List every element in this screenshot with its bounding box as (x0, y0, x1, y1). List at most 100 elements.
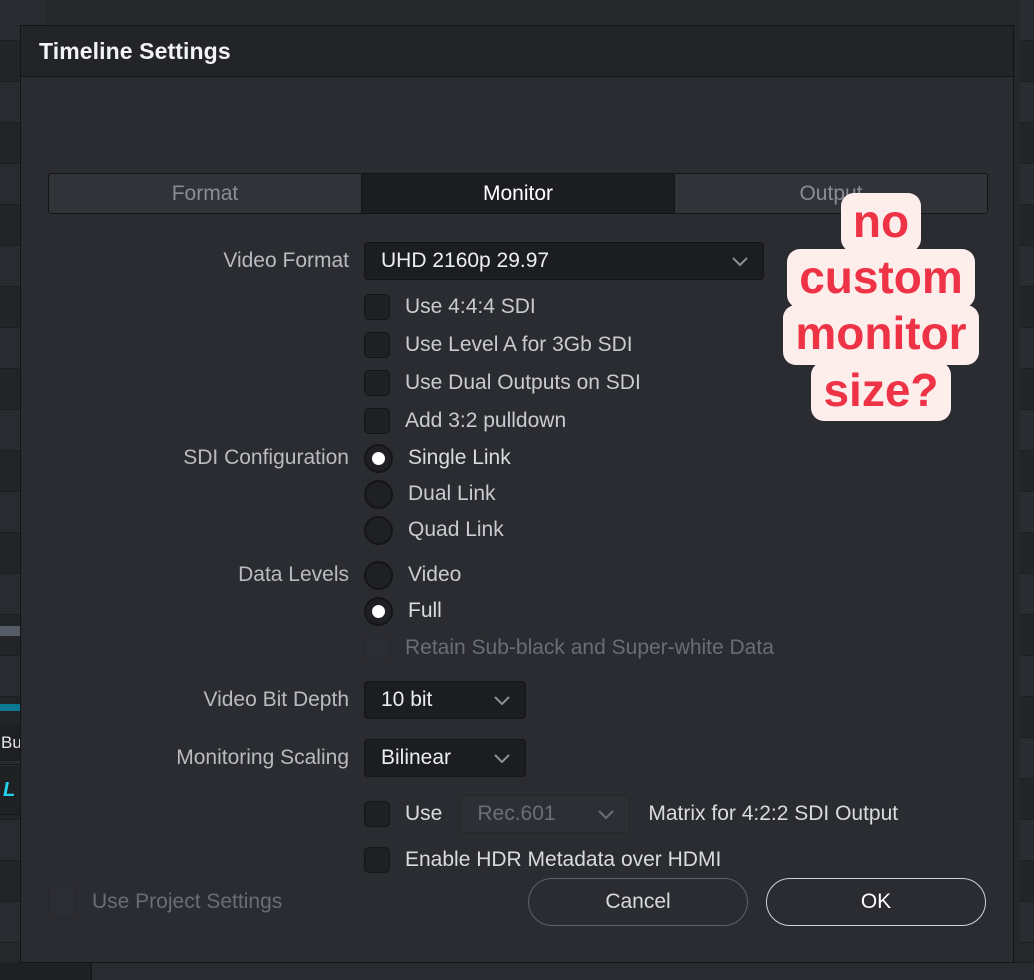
background-track-row (1020, 410, 1034, 451)
sdi-config-option-quad-link[interactable]: Quad Link (364, 515, 504, 545)
monitoring-scaling-label: Monitoring Scaling (176, 746, 349, 769)
video-bit-depth-value: 10 bit (381, 688, 433, 711)
row-sdi-dual-link: x Dual Link (21, 476, 1013, 512)
row-use-dual-outputs: x Use Dual Outputs on SDI (21, 364, 1013, 402)
background-track-row (1020, 328, 1034, 369)
use-dual-outputs-checkbox[interactable]: Use Dual Outputs on SDI (364, 370, 641, 396)
monitoring-scaling-select[interactable]: Bilinear (364, 739, 526, 777)
tab-output[interactable]: Output (674, 174, 987, 213)
row-data-levels-full: x Full (21, 593, 1013, 629)
dialog-body: Format Monitor Output Video Format UHD 2… (21, 77, 1013, 962)
background-track-row (1020, 369, 1034, 410)
background-track-row (1020, 820, 1034, 861)
background-track-row (1020, 205, 1034, 246)
video-format-select[interactable]: UHD 2160p 29.97 (364, 242, 764, 280)
timeline-settings-dialog: Timeline Settings Format Monitor Output … (20, 25, 1014, 963)
background-track-row (1020, 41, 1034, 82)
background-track-row (1020, 0, 1034, 41)
enable-hdr-checkbox[interactable]: Enable HDR Metadata over HDMI (364, 847, 721, 873)
monitor-settings-form: Video Format UHD 2160p 29.97 x Use 4:4:4… (21, 242, 1013, 880)
use-level-a-checkbox[interactable]: Use Level A for 3Gb SDI (364, 332, 633, 358)
background-track-row (1020, 656, 1034, 697)
add-32-pulldown-checkbox[interactable]: Add 3:2 pulldown (364, 408, 566, 434)
tab-monitor[interactable]: Monitor (361, 174, 674, 213)
row-data-levels: Data Levels Video (21, 557, 1013, 593)
background-track-row (1020, 164, 1034, 205)
checkbox-box (364, 635, 390, 661)
background-track-row (1020, 287, 1034, 328)
background-track-row (1020, 533, 1034, 574)
background-track-row (1020, 451, 1034, 492)
data-levels-full-label: Full (408, 599, 442, 622)
add-32-pulldown-label: Add 3:2 pulldown (405, 409, 567, 432)
sdi-config-single-link-label: Single Link (408, 446, 511, 469)
row-retain-subblack: x Retain Sub-black and Super-white Data (21, 629, 1013, 667)
row-matrix: x Use Rec.601 Matrix for 4:2:2 SDI Outpu… (21, 788, 1013, 840)
retain-subblack-label: Retain Sub-black and Super-white Data (405, 636, 774, 659)
background-track-row (1020, 861, 1034, 902)
matrix-select: Rec.601 (460, 795, 631, 833)
data-levels-option-full[interactable]: Full (364, 596, 442, 626)
background-track-row (1020, 902, 1034, 943)
video-bit-depth-select[interactable]: 10 bit (364, 681, 526, 719)
row-video-format: Video Format UHD 2160p 29.97 (21, 242, 1013, 280)
background-track-row (1020, 574, 1034, 615)
radio-button (364, 596, 393, 626)
row-monitoring-scaling: Monitoring Scaling Bilinear (21, 734, 1013, 782)
checkbox-box (48, 886, 76, 918)
monitoring-scaling-value: Bilinear (381, 746, 452, 769)
use-level-a-label: Use Level A for 3Gb SDI (405, 333, 633, 356)
sdi-config-dual-link-label: Dual Link (408, 482, 496, 505)
background-track-row (1020, 82, 1034, 123)
background-status-bar (0, 962, 1034, 980)
dialog-action-buttons: Cancel OK (528, 878, 986, 926)
sdi-configuration-label: SDI Configuration (183, 446, 349, 469)
checkbox-box (364, 370, 390, 396)
sdi-config-option-dual-link[interactable]: Dual Link (364, 479, 496, 509)
matrix-checkbox[interactable]: Use (364, 801, 442, 827)
video-format-label: Video Format (223, 249, 349, 272)
background-track-row (1020, 779, 1034, 820)
data-levels-video-label: Video (408, 563, 462, 586)
radio-button (364, 515, 393, 545)
dialog-titlebar: Timeline Settings (21, 26, 1013, 77)
sdi-config-option-single-link[interactable]: Single Link (364, 443, 511, 473)
video-bit-depth-label: Video Bit Depth (203, 688, 349, 711)
checkbox-box (364, 408, 390, 434)
matrix-suffix-label: Matrix for 4:2:2 SDI Output (648, 802, 899, 825)
use-project-settings-checkbox: Use Project Settings (48, 886, 282, 918)
row-use-444-sdi: x Use 4:4:4 SDI (21, 288, 1013, 326)
row-use-level-a: x Use Level A for 3Gb SDI (21, 326, 1013, 364)
row-sdi-configuration: SDI Configuration Single Link (21, 440, 1013, 476)
sdi-config-quad-link-label: Quad Link (408, 518, 504, 541)
chevron-down-icon (491, 747, 513, 769)
row-video-bit-depth: Video Bit Depth 10 bit (21, 676, 1013, 724)
background-track-row (1020, 738, 1034, 779)
tab-format[interactable]: Format (49, 174, 361, 213)
use-444-sdi-label: Use 4:4:4 SDI (405, 295, 536, 318)
ok-button[interactable]: OK (766, 878, 986, 926)
row-sdi-quad-link: x Quad Link (21, 512, 1013, 548)
chevron-down-icon (595, 803, 617, 825)
row-add-32-pulldown: x Add 3:2 pulldown (21, 402, 1013, 440)
checkbox-box (364, 847, 390, 873)
dialog-title: Timeline Settings (39, 37, 231, 64)
background-track-row (1020, 492, 1034, 533)
radio-button (364, 479, 393, 509)
row-enable-hdr: x Enable HDR Metadata over HDMI (21, 840, 1013, 880)
checkbox-box (364, 332, 390, 358)
cancel-button[interactable]: Cancel (528, 878, 748, 926)
chevron-down-icon (491, 689, 513, 711)
use-444-sdi-checkbox[interactable]: Use 4:4:4 SDI (364, 294, 536, 320)
radio-button (364, 560, 393, 590)
use-dual-outputs-label: Use Dual Outputs on SDI (405, 371, 641, 394)
radio-button (364, 443, 393, 473)
matrix-use-label: Use (405, 802, 443, 825)
background-track-row (1020, 123, 1034, 164)
retain-subblack-checkbox: Retain Sub-black and Super-white Data (364, 635, 774, 661)
checkbox-box (364, 294, 390, 320)
chevron-down-icon (729, 250, 751, 272)
background-track-row (1020, 697, 1034, 738)
dialog-footer: Use Project Settings Cancel OK (21, 878, 1013, 926)
data-levels-option-video[interactable]: Video (364, 560, 462, 590)
